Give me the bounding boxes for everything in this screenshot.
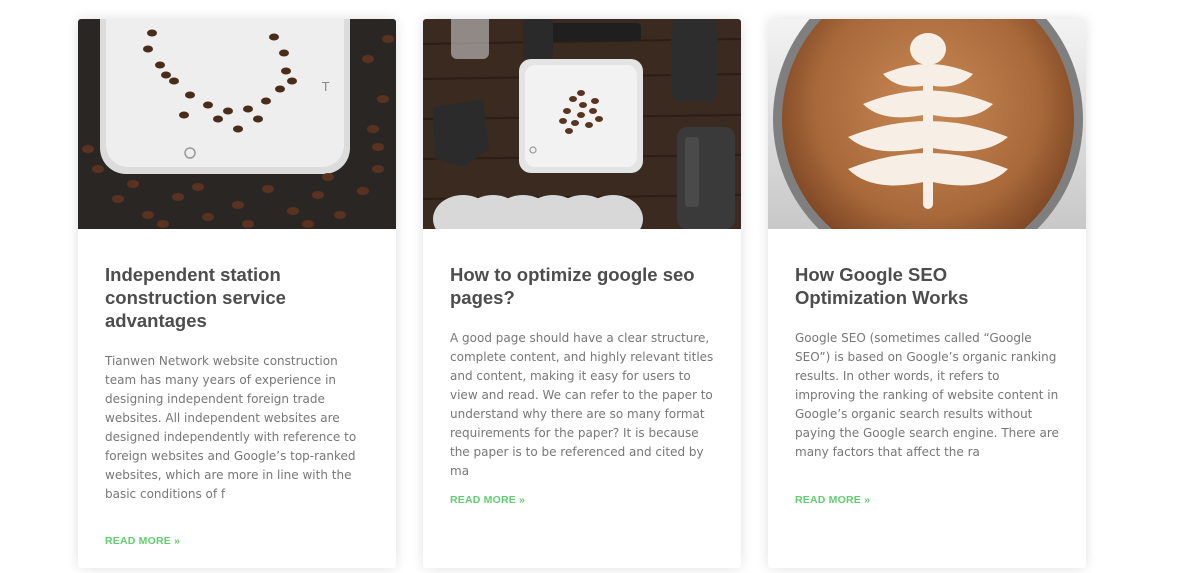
post-thumbnail[interactable]: T [78, 19, 396, 229]
post-card: How to optimize google seo pages? A good… [423, 19, 741, 568]
post-grid: T Independent station construction servi… [0, 0, 1185, 573]
post-excerpt: Google SEO (sometimes called “Google SEO… [795, 331, 1059, 459]
post-card: How Google SEO Optimization Works Google… [768, 19, 1086, 568]
read-more-link[interactable]: READ MORE » [105, 535, 180, 547]
post-thumbnail[interactable] [768, 19, 1086, 229]
post-thumbnail[interactable] [423, 19, 741, 229]
svg-text:T: T [321, 80, 330, 94]
post-excerpt: Tianwen Network website construction tea… [105, 354, 357, 501]
latte-art-image [768, 19, 1086, 229]
post-title[interactable]: How Google SEO Optimization Works [795, 263, 1059, 309]
post-body: How Google SEO Optimization Works Google… [768, 229, 1086, 462]
read-more-link[interactable]: READ MORE » [450, 494, 525, 506]
post-card: T Independent station construction servi… [78, 19, 396, 568]
coffee-scale-image: T [78, 19, 396, 229]
post-body: Independent station construction service… [78, 229, 396, 504]
read-more-link[interactable]: READ MORE » [795, 494, 870, 506]
post-excerpt: A good page should have a clear structur… [450, 331, 714, 478]
post-title[interactable]: How to optimize google seo pages? [450, 263, 714, 309]
post-title[interactable]: Independent station construction service… [105, 263, 369, 332]
aeropress-tools-image [423, 19, 741, 229]
post-body: How to optimize google seo pages? A good… [423, 229, 741, 481]
